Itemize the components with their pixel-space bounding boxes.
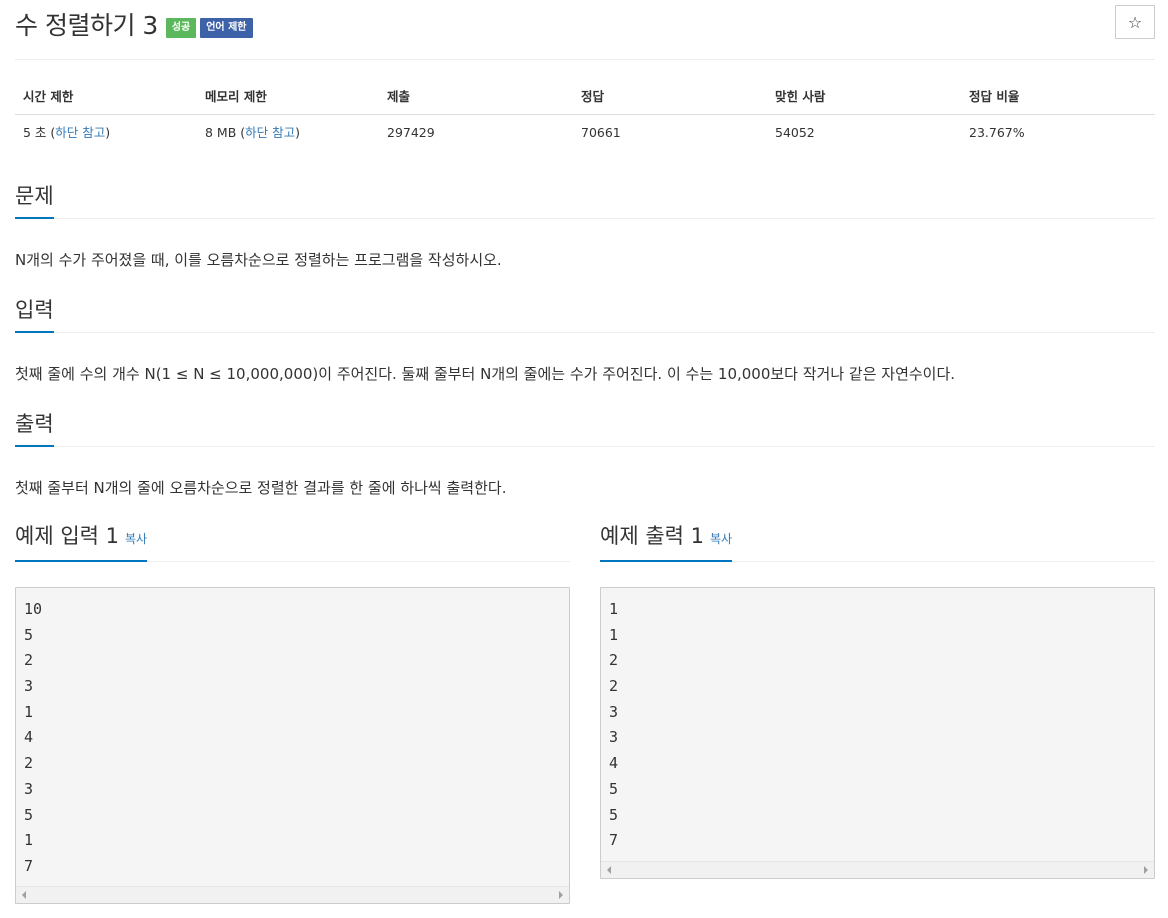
time-limit-note-link[interactable]: 하단 참고	[55, 125, 105, 140]
cell-time-limit: 5 초 (하단 참고)	[23, 115, 110, 151]
description-title: 문제	[15, 183, 54, 219]
sample-input-copy-button[interactable]: 복사	[125, 532, 147, 546]
sample-input-line: 2	[24, 754, 34, 773]
problem-info-table: 시간 제한 메모리 제한 제출 정답 맞힌 사람 정답 비율 5 초 (하단 참…	[15, 79, 1155, 151]
sample-input-lines: 10 5 2 3 1 4 2 3 5 1 7	[24, 597, 42, 880]
scroll-left-icon[interactable]	[607, 866, 611, 874]
time-limit-close: )	[105, 125, 111, 140]
star-icon: ☆	[1127, 12, 1143, 32]
sample-output-line: 4	[609, 754, 619, 773]
sample-input-line: 5	[24, 625, 34, 644]
sample-input-line: 4	[24, 728, 34, 747]
table-row: 5 초 (하단 참고) 8 MB (하단 참고) 297429 70661 54…	[15, 115, 1155, 151]
header-memory-limit: 메모리 제한	[205, 89, 267, 104]
sample-output-line: 5	[609, 779, 619, 798]
header-accepted: 정답	[581, 89, 605, 104]
sample-output-title: 예제 출력 1	[600, 524, 704, 548]
star-button[interactable]: ☆	[1115, 5, 1155, 39]
sample-input-line: 5	[24, 805, 34, 824]
header-solved-users: 맞힌 사람	[775, 89, 826, 104]
cell-submissions: 297429	[387, 125, 435, 140]
output-section-header: 출력	[15, 409, 1155, 447]
sample-output-line: 3	[609, 702, 619, 721]
sample-input-line: 1	[24, 702, 34, 721]
scroll-left-icon[interactable]	[22, 891, 26, 899]
header-time-limit: 시간 제한	[23, 89, 74, 104]
sample-input-line: 2	[24, 651, 34, 670]
title-divider	[15, 59, 1155, 60]
title-row: 수 정렬하기 3 성공 언어 제한	[15, 6, 253, 42]
sample-output-line: 2	[609, 651, 619, 670]
description-text: N개의 수가 주어졌을 때, 이를 오름차순으로 정렬하는 프로그램을 작성하시…	[15, 251, 502, 269]
success-badge: 성공	[165, 18, 197, 38]
sample-input-line: 10	[24, 600, 43, 618]
cell-memory-limit: 8 MB (하단 참고)	[205, 115, 300, 151]
time-limit-value: 5 초 (	[23, 125, 56, 140]
sample-output-line: 1	[609, 600, 619, 618]
sample-output-line: 1	[609, 625, 619, 644]
scroll-right-icon[interactable]	[1144, 866, 1148, 874]
sample-output-lines: 1 1 2 2 3 3 4 5 5 7	[609, 597, 618, 854]
output-title: 출력	[15, 411, 54, 447]
cell-accept-ratio: 23.767%	[969, 125, 1025, 140]
description-section-header: 문제	[15, 181, 1155, 219]
sample-output-scrollbar[interactable]	[601, 861, 1154, 878]
sample-input-line: 3	[24, 779, 34, 798]
sample-input-title: 예제 입력 1	[15, 524, 119, 548]
sample-input-heading: 예제 입력 1 복사	[15, 523, 148, 562]
scroll-right-icon[interactable]	[559, 891, 563, 899]
sample-output-line: 2	[609, 677, 619, 696]
header-submissions: 제출	[387, 89, 411, 104]
sample-output-header: 예제 출력 1 복사	[600, 524, 1155, 562]
input-section-header: 입력	[15, 295, 1155, 333]
sample-input-line: 7	[24, 856, 34, 875]
sample-input-box[interactable]: 10 5 2 3 1 4 2 3 5 1 7	[15, 587, 570, 904]
memory-limit-value: 8 MB (	[205, 125, 246, 140]
sample-output-copy-button[interactable]: 복사	[710, 532, 732, 546]
sample-input-line: 1	[24, 831, 34, 850]
input-title: 입력	[15, 297, 54, 333]
page-title: 수 정렬하기 3	[15, 11, 158, 40]
sample-input-header: 예제 입력 1 복사	[15, 524, 570, 562]
output-text: 첫째 줄부터 N개의 줄에 오름차순으로 정렬한 결과를 한 줄에 하나씩 출력…	[15, 479, 507, 497]
memory-limit-note-link[interactable]: 하단 참고	[245, 125, 295, 140]
memory-limit-close: )	[295, 125, 301, 140]
sample-output-line: 3	[609, 728, 619, 747]
sample-output-box[interactable]: 1 1 2 2 3 3 4 5 5 7	[600, 587, 1155, 879]
sample-input-line: 3	[24, 677, 34, 696]
sample-output-heading: 예제 출력 1 복사	[600, 523, 733, 562]
table-header-row: 시간 제한 메모리 제한 제출 정답 맞힌 사람 정답 비율	[15, 79, 1155, 115]
sample-input-scrollbar[interactable]	[16, 886, 569, 903]
header-accept-ratio: 정답 비율	[969, 89, 1020, 104]
input-text: 첫째 줄에 수의 개수 N(1 ≤ N ≤ 10,000,000)이 주어진다.…	[15, 365, 956, 383]
language-limit-badge[interactable]: 언어 제한	[200, 18, 253, 38]
cell-accepted: 70661	[581, 125, 621, 140]
sample-output-line: 7	[609, 831, 619, 850]
sample-output-line: 5	[609, 805, 619, 824]
cell-solved-users: 54052	[775, 125, 815, 140]
